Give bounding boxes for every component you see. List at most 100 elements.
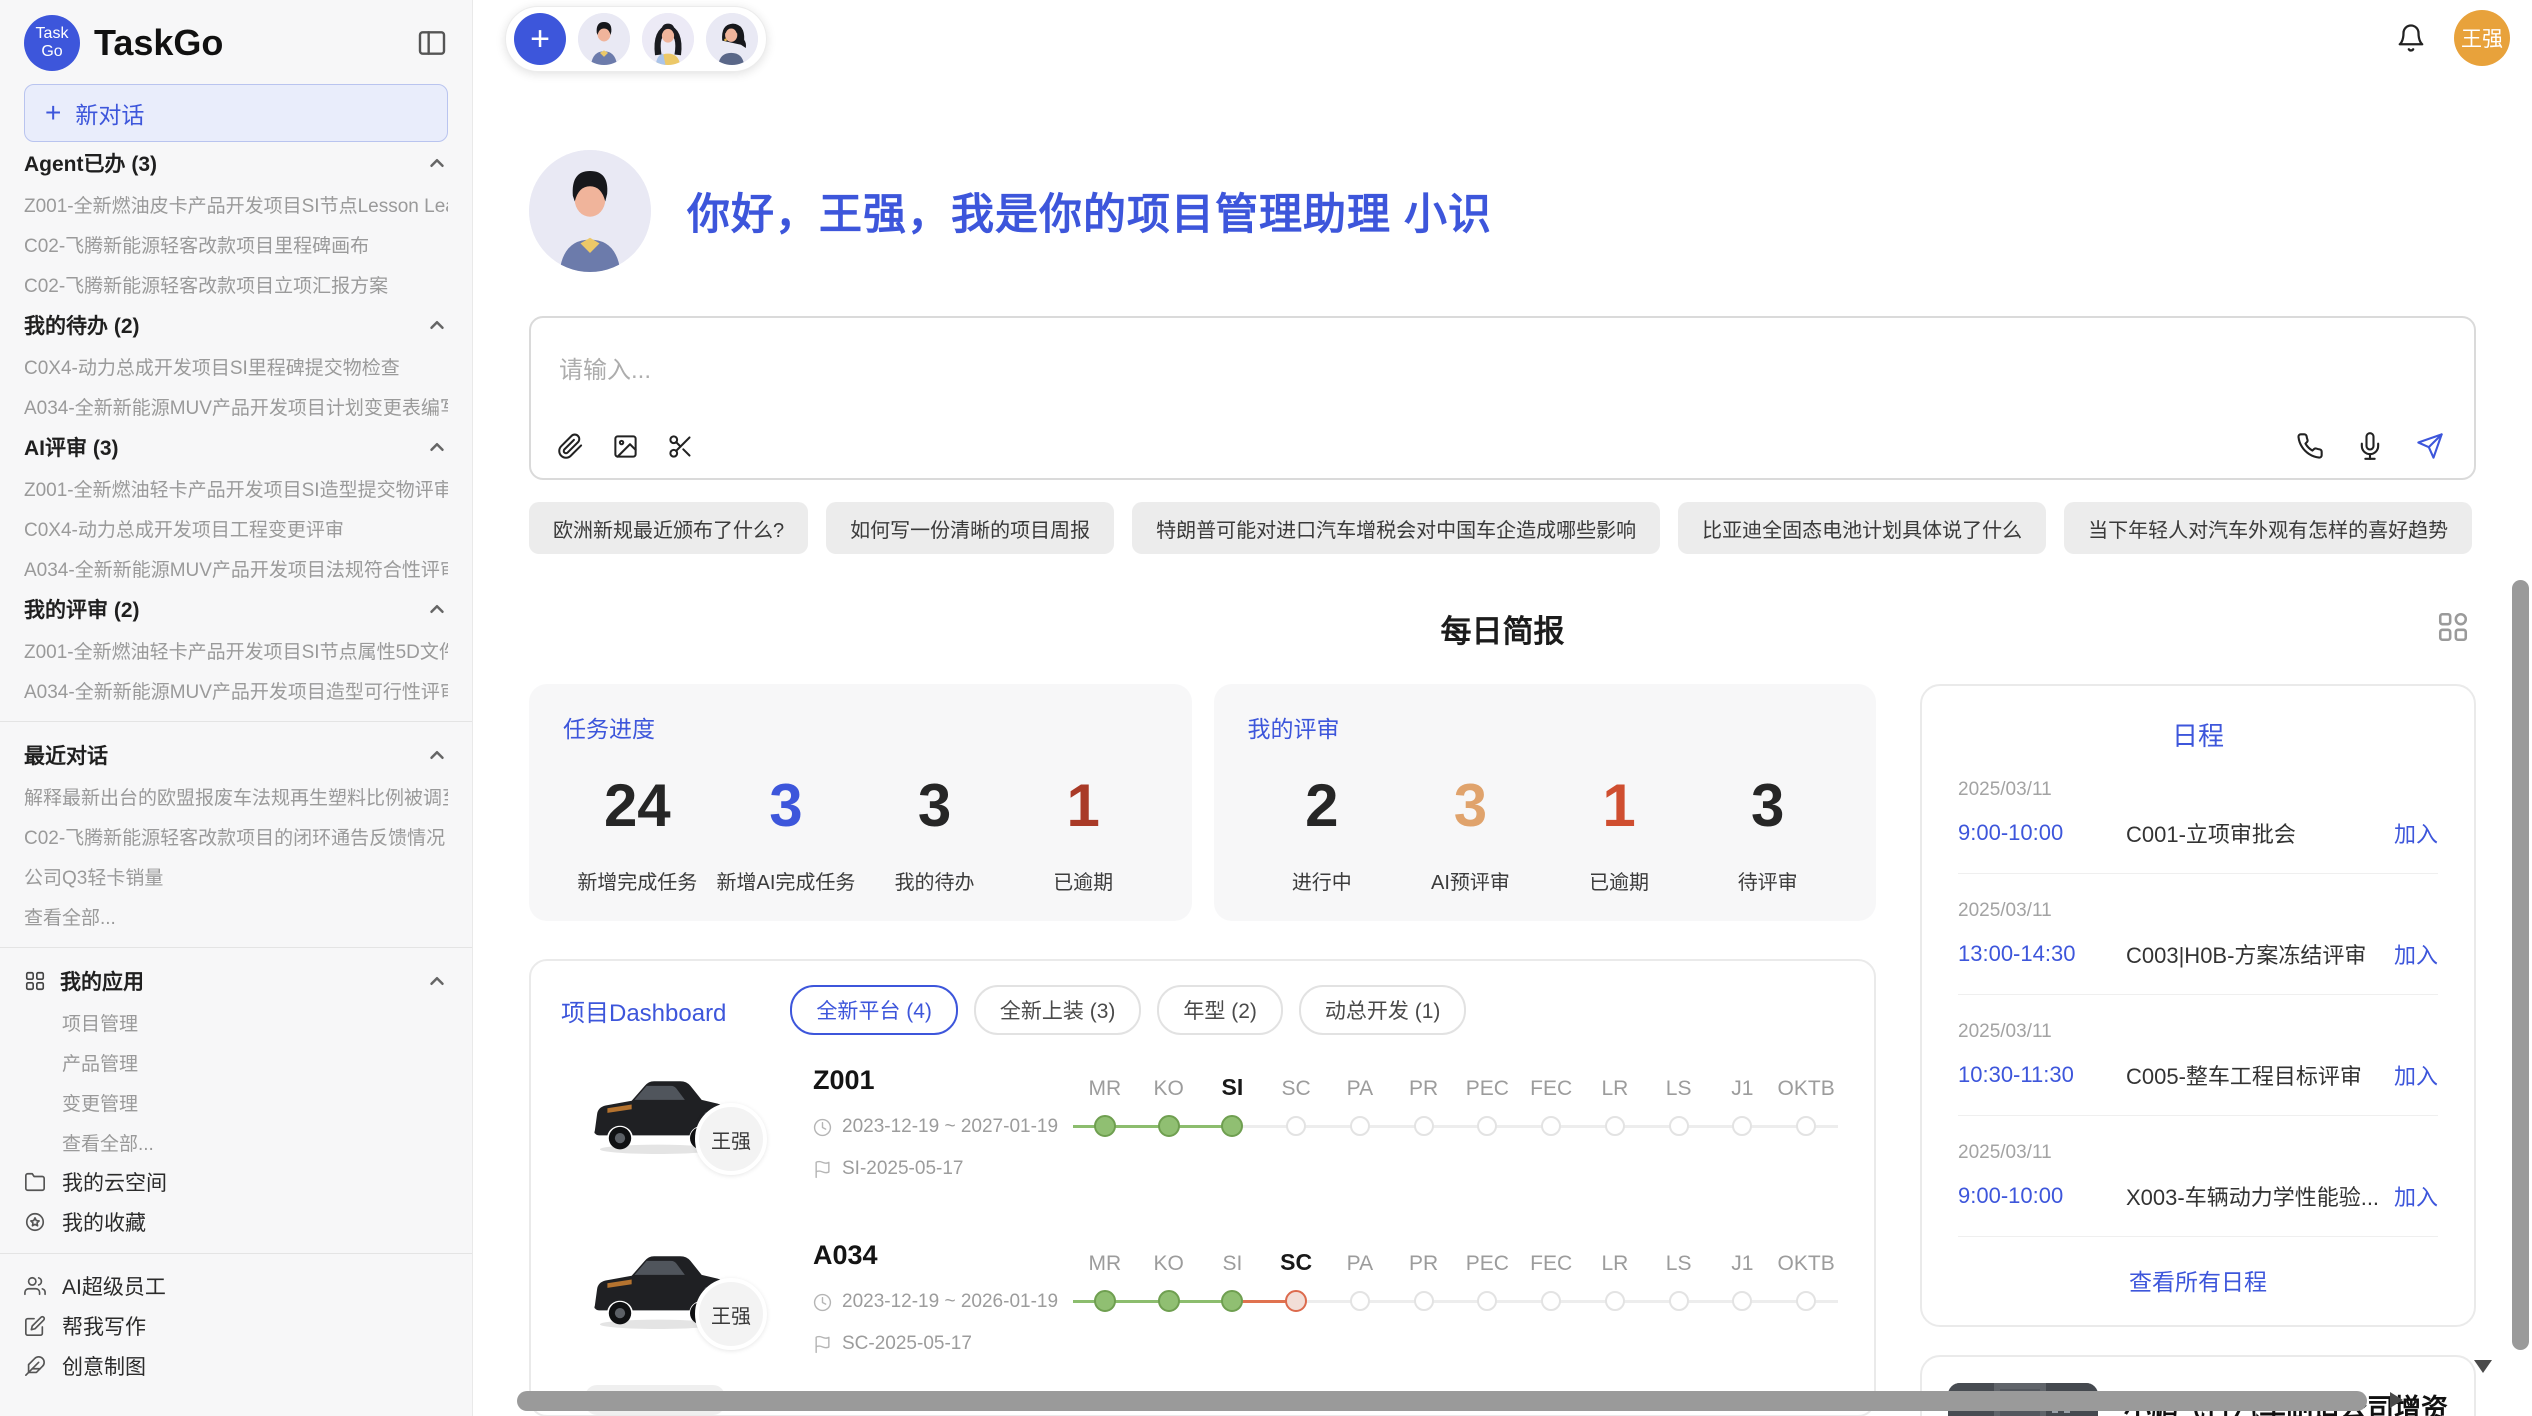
suggestion-chip[interactable]: 如何写一份清晰的项目周报	[826, 502, 1114, 554]
view-all-schedule-link[interactable]: 查看所有日程	[1958, 1237, 2438, 1317]
sidebar-item[interactable]: 查看全部...	[24, 1122, 448, 1162]
milestone[interactable]: SI	[1201, 1244, 1265, 1314]
milestone[interactable]: MR	[1073, 1244, 1137, 1314]
sidebar-item[interactable]: C0X4-动力总成开发项目SI里程碑提交物检查	[24, 346, 448, 386]
sidebar-item[interactable]: 项目管理	[24, 1002, 448, 1042]
vertical-scrollbar[interactable]	[2512, 580, 2529, 1350]
sidebar-item[interactable]: C02-飞腾新能源轻客改款项目的闭环通告反馈情况	[24, 816, 448, 856]
milestone-dot	[1796, 1116, 1816, 1136]
sidebar-item[interactable]: C02-飞腾新能源轻客改款项目里程碑画布	[24, 224, 448, 264]
milestone[interactable]: MR	[1073, 1069, 1137, 1139]
sidebar-item[interactable]: 解释最新出台的欧盟报废车法规再生塑料比例被调至15%...	[24, 776, 448, 816]
milestone[interactable]: PR	[1392, 1244, 1456, 1314]
scissors-icon[interactable]	[667, 433, 694, 460]
milestone[interactable]: KO	[1137, 1069, 1201, 1139]
milestone[interactable]: SI	[1201, 1069, 1265, 1139]
milestone[interactable]: PA	[1328, 1069, 1392, 1139]
dashboard-title: 项目Dashboard	[561, 993, 726, 1028]
send-icon[interactable]	[2416, 432, 2444, 460]
suggestion-chip[interactable]: 特朗普可能对进口汽车增税会对中国车企造成哪些影响	[1132, 502, 1660, 554]
sidebar-item[interactable]: C0X4-动力总成开发项目工程变更评审	[24, 508, 448, 548]
milestone-track	[1583, 1288, 1647, 1314]
milestone[interactable]: OKTB	[1774, 1244, 1838, 1314]
agent-avatar[interactable]	[578, 13, 630, 65]
sidebar-item[interactable]: 变更管理	[24, 1082, 448, 1122]
milestone[interactable]: PA	[1328, 1244, 1392, 1314]
join-link[interactable]: 加入	[2394, 1180, 2438, 1212]
milestone[interactable]: PEC	[1456, 1069, 1520, 1139]
milestone[interactable]: PR	[1392, 1069, 1456, 1139]
app-title: TaskGo	[94, 22, 402, 64]
scroll-right-arrow[interactable]	[2390, 1392, 2403, 1408]
sidebar-section-header[interactable]: AI评审 (3)	[24, 426, 448, 468]
sidebar-item[interactable]: 产品管理	[24, 1042, 448, 1082]
sidebar-section-header[interactable]: 最近对话	[24, 734, 448, 776]
dashboard-filter-tab[interactable]: 全新上装 (3)	[974, 985, 1142, 1035]
milestone[interactable]: SC	[1264, 1244, 1328, 1314]
layout-grid-icon[interactable]	[2436, 610, 2470, 644]
schedule-name: C005-整车工程目标评审	[2126, 1059, 2382, 1091]
milestone[interactable]: J1	[1711, 1244, 1775, 1314]
dashboard-filter-tab[interactable]: 动总开发 (1)	[1299, 985, 1467, 1035]
chat-input[interactable]: 请输入...	[559, 350, 651, 385]
assistant-greeting: 你好，王强，我是你的项目管理助理 小识	[529, 150, 2476, 272]
horizontal-scrollbar[interactable]	[517, 1391, 2367, 1411]
milestone[interactable]: FEC	[1519, 1069, 1583, 1139]
join-link[interactable]: 加入	[2394, 817, 2438, 849]
sidebar-item[interactable]: C02-飞腾新能源轻客改款项目立项汇报方案	[24, 264, 448, 304]
suggestion-chip[interactable]: 当下年轻人对汽车外观有怎样的喜好趋势	[2064, 502, 2472, 554]
dashboard-filter-tab[interactable]: 全新平台 (4)	[790, 985, 958, 1035]
suggestion-chip[interactable]: 比亚迪全固态电池计划具体说了什么	[1678, 502, 2046, 554]
sidebar-item-label: 我的应用	[60, 966, 144, 996]
agent-avatar[interactable]	[642, 13, 694, 65]
milestone[interactable]: OKTB	[1774, 1069, 1838, 1139]
milestone[interactable]: FEC	[1519, 1244, 1583, 1314]
join-link[interactable]: 加入	[2394, 938, 2438, 970]
agent-avatar[interactable]	[706, 13, 758, 65]
dashboard-filter-tab[interactable]: 年型 (2)	[1157, 985, 1283, 1035]
project-row[interactable]: 王强 A034 2023-12-19 ~ 2026-01-19 SC-2025-…	[561, 1210, 1844, 1385]
chat-input-card[interactable]: 请输入...	[529, 316, 2476, 480]
sidebar-item[interactable]: Z001-全新燃油轻卡产品开发项目SI节点属性5D文件评审	[24, 630, 448, 670]
join-link[interactable]: 加入	[2394, 1059, 2438, 1091]
sidebar-item[interactable]: A034-全新新能源MUV产品开发项目造型可行性评审	[24, 670, 448, 710]
sidebar-item[interactable]: 公司Q3轻卡销量	[24, 856, 448, 896]
sidebar-header: Task Go TaskGo	[24, 12, 448, 74]
sidebar-section-header[interactable]: 我的待办 (2)	[24, 304, 448, 346]
project-row[interactable]: 王强 Z001 2023-12-19 ~ 2027-01-19 SI-2025-…	[561, 1035, 1844, 1210]
milestone[interactable]: LS	[1647, 1244, 1711, 1314]
milestone[interactable]: SC	[1264, 1069, 1328, 1139]
microphone-icon[interactable]	[2356, 432, 2384, 460]
milestone[interactable]: KO	[1137, 1244, 1201, 1314]
milestone[interactable]: LS	[1647, 1069, 1711, 1139]
user-avatar[interactable]: 王强	[2454, 10, 2510, 66]
milestone[interactable]: J1	[1711, 1069, 1775, 1139]
image-icon[interactable]	[612, 433, 639, 460]
sidebar-item-cloud-space[interactable]: 我的云空间	[24, 1162, 448, 1202]
sidebar-collapse-icon[interactable]	[416, 27, 448, 59]
sidebar-section-header[interactable]: Agent已办 (3)	[24, 142, 448, 184]
milestone[interactable]: LR	[1583, 1069, 1647, 1139]
sidebar-item-ai-employee[interactable]: AI超级员工	[24, 1266, 448, 1306]
sidebar-item[interactable]: A034-全新新能源MUV产品开发项目计划变更表编写	[24, 386, 448, 426]
sidebar-item[interactable]: Z001-全新燃油皮卡产品开发项目SI节点Lesson Learn报告	[24, 184, 448, 224]
scroll-down-arrow[interactable]	[2474, 1360, 2492, 1373]
sidebar-item-help-write[interactable]: 帮我写作	[24, 1306, 448, 1346]
sidebar-section-header[interactable]: 我的评审 (2)	[24, 588, 448, 630]
phone-icon[interactable]	[2296, 432, 2324, 460]
sidebar-item[interactable]: Z001-全新燃油轻卡产品开发项目SI造型提交物评审	[24, 468, 448, 508]
milestone[interactable]: LR	[1583, 1244, 1647, 1314]
sidebar-item-favorites[interactable]: 我的收藏	[24, 1202, 448, 1242]
milestone[interactable]: PEC	[1456, 1244, 1520, 1314]
add-agent-button[interactable]: +	[514, 13, 566, 65]
notifications-bell-icon[interactable]	[2396, 23, 2426, 53]
sidebar-item-creative-draw[interactable]: 创意制图	[24, 1346, 448, 1386]
sidebar-item[interactable]: A034-全新新能源MUV产品开发项目法规符合性评审	[24, 548, 448, 588]
sidebar-item-my-apps[interactable]: 我的应用	[24, 960, 448, 1002]
suggestion-chip[interactable]: 欧洲新规最近颁布了什么?	[529, 502, 808, 554]
schedule-date: 2025/03/11	[1958, 900, 2438, 922]
sidebar-item[interactable]: 查看全部...	[24, 896, 448, 936]
paperclip-icon[interactable]	[557, 433, 584, 460]
milestone-label: OKTB	[1778, 1244, 1835, 1276]
new-chat-button[interactable]: + 新对话	[24, 84, 448, 142]
